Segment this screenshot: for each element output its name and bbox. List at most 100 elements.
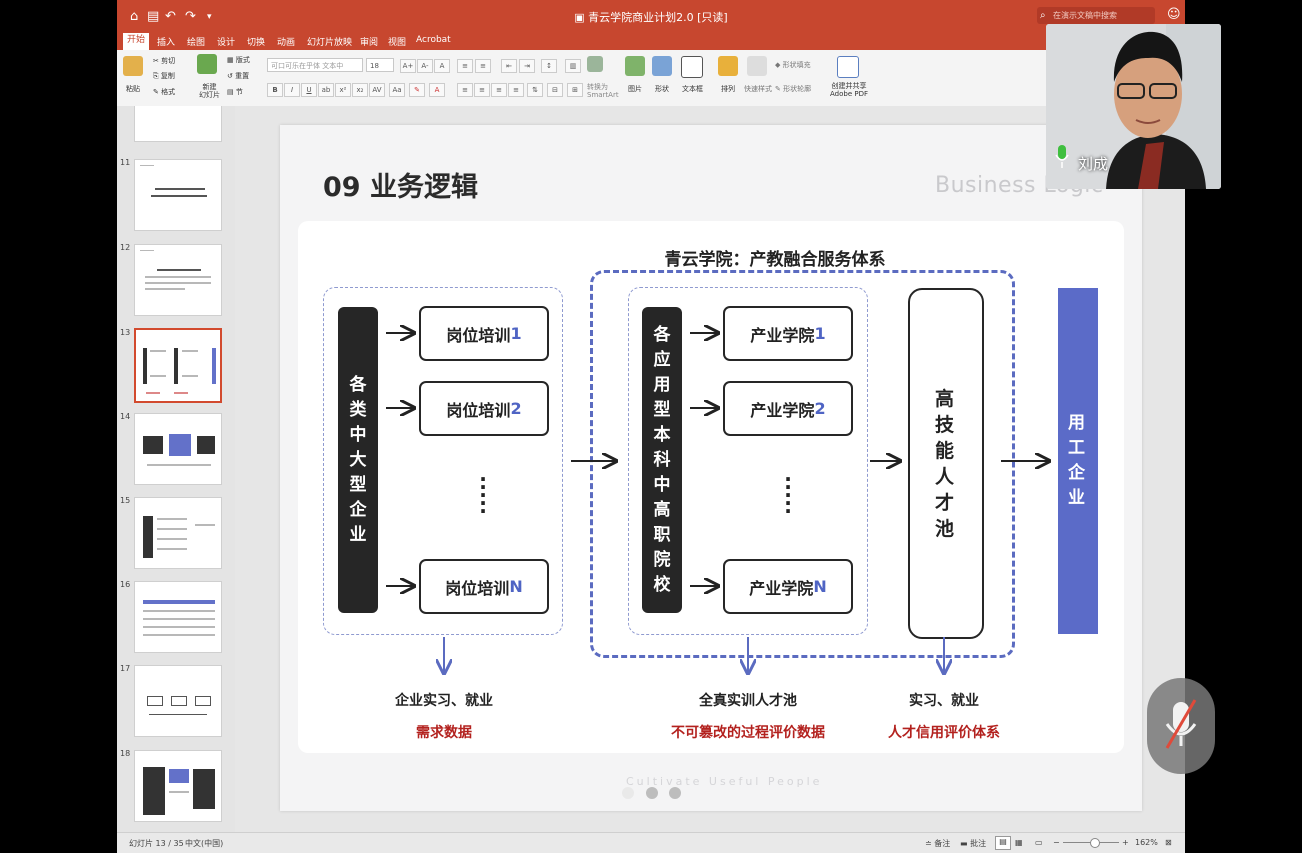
tab-draw[interactable]: 绘图 <box>187 35 205 48</box>
normal-view-icon[interactable]: ▤ <box>995 836 1011 850</box>
columns-button[interactable]: ▥ <box>565 59 581 73</box>
convert-smartart-button[interactable]: 转换为 SmartArt <box>587 83 619 99</box>
tab-insert[interactable]: 插入 <box>157 35 175 48</box>
label-internship-employment[interactable]: 实习、就业 <box>864 690 1024 710</box>
slide-thumbnail-11[interactable] <box>134 159 222 231</box>
zoom-in-button[interactable]: + <box>1122 838 1129 847</box>
section-button[interactable]: ▤ 节 <box>227 87 243 97</box>
font-color-button[interactable]: A <box>429 83 445 97</box>
slide-thumbnails-panel[interactable]: 11 12 13 14 15 16 17 18 <box>117 106 236 832</box>
bullets-button[interactable]: ≡ <box>457 59 473 73</box>
line-spacing-button[interactable]: ↕ <box>541 59 557 73</box>
slide-thumbnail-18[interactable] <box>134 750 222 822</box>
text-direction-button[interactable]: ⇅ <box>527 83 543 97</box>
quick-styles-icon[interactable] <box>747 56 767 76</box>
reset-button[interactable]: ↺ 重置 <box>227 71 249 81</box>
thumb-box <box>171 696 187 706</box>
search-input[interactable]: ⌕ 在演示文稿中搜索 <box>1037 7 1155 24</box>
label-demand-data[interactable]: 需求数据 <box>364 722 524 742</box>
justify-button[interactable]: ≡ <box>508 83 524 97</box>
align-left-button[interactable]: ≡ <box>457 83 473 97</box>
font-grow-button[interactable]: A+ <box>400 59 416 73</box>
bold-button[interactable]: B <box>267 83 283 97</box>
superscript-button[interactable]: x² <box>335 83 351 97</box>
tab-transitions[interactable]: 切换 <box>247 35 265 48</box>
mute-toggle-button[interactable] <box>1147 678 1215 774</box>
tab-review[interactable]: 审阅 <box>360 35 378 48</box>
zoom-out-button[interactable]: − <box>1053 838 1060 847</box>
smartart-mini-button[interactable]: ⊞ <box>567 83 583 97</box>
tab-acrobat[interactable]: Acrobat <box>416 35 451 45</box>
thumb-text-line <box>157 269 201 271</box>
textbox-icon[interactable] <box>681 56 703 78</box>
slide-thumbnail-16[interactable] <box>134 581 222 653</box>
tab-animations[interactable]: 动画 <box>277 35 295 48</box>
zoom-level[interactable]: 162% <box>1135 838 1158 847</box>
new-slide-button[interactable]: 新建 幻灯片 <box>199 83 220 99</box>
change-case-button[interactable]: Aa <box>389 83 405 97</box>
clear-format-button[interactable]: A <box>434 59 450 73</box>
label-training-pool[interactable]: 全真实训人才池 <box>648 690 848 710</box>
font-size-select[interactable]: 18 <box>366 58 394 72</box>
highlight-button[interactable]: ✎ <box>409 83 425 97</box>
copy-button[interactable]: ⎘ 复制 <box>153 71 175 81</box>
layout-button[interactable]: ▦ 版式 <box>227 55 250 65</box>
language-indicator[interactable]: 中文(中国) <box>185 838 223 849</box>
align-text-button[interactable]: ⊟ <box>547 83 563 97</box>
outdent-button[interactable]: ⇤ <box>501 59 517 73</box>
slide-thumbnail-14[interactable] <box>134 413 222 485</box>
font-name-select[interactable]: 可口可乐在乎体 文本中 <box>267 58 363 72</box>
tab-slideshow[interactable]: 幻灯片放映 <box>307 35 352 48</box>
slide-thumbnail[interactable] <box>134 106 222 142</box>
label-credit-evaluation[interactable]: 人才信用评价体系 <box>864 722 1024 742</box>
indent-button[interactable]: ⇥ <box>519 59 535 73</box>
arrange-button[interactable]: 排列 <box>721 84 735 94</box>
paste-button[interactable]: 粘贴 <box>126 84 140 94</box>
slide-thumbnail-13-selected[interactable] <box>134 328 222 403</box>
smiley-feedback-icon[interactable]: ☺ <box>1167 7 1181 22</box>
fit-to-window-icon[interactable]: ⊠ <box>1165 838 1172 847</box>
arrange-icon[interactable] <box>718 56 738 76</box>
tab-home[interactable]: 开始 <box>123 33 150 50</box>
shape-outline-button[interactable]: ✎ 形状轮廓 <box>775 84 811 94</box>
picture-button[interactable]: 图片 <box>628 84 642 94</box>
webcam-video-feed[interactable] <box>1046 24 1221 189</box>
reading-view-icon[interactable]: ▭ <box>1035 838 1043 847</box>
tab-view[interactable]: 视图 <box>388 35 406 48</box>
slide-13[interactable]: 09 业务逻辑 Business Logic 青云学院：产教融合服务体系 各类中… <box>280 125 1142 811</box>
zoom-slider-handle[interactable] <box>1090 838 1100 848</box>
slide-sorter-icon[interactable]: ▦ <box>1015 838 1023 847</box>
comments-button[interactable]: ▬ 批注 <box>960 838 986 849</box>
picture-icon[interactable] <box>625 56 645 76</box>
format-painter-button[interactable]: ✎ 格式 <box>153 87 175 97</box>
smartart-icon[interactable] <box>587 56 603 72</box>
notes-button[interactable]: ≐ 备注 <box>925 838 950 849</box>
paste-icon[interactable] <box>123 56 143 76</box>
slide-thumbnail-12[interactable] <box>134 244 222 316</box>
strikethrough-button[interactable]: ab <box>318 83 334 97</box>
label-tamperproof-data[interactable]: 不可篡改的过程评价数据 <box>648 722 848 742</box>
slide-thumbnail-17[interactable] <box>134 665 222 737</box>
align-center-button[interactable]: ≡ <box>474 83 490 97</box>
create-share-pdf-button[interactable]: 创建并共享 Adobe PDF <box>830 82 868 98</box>
font-shrink-button[interactable]: A- <box>417 59 433 73</box>
cut-button[interactable]: ✂ 剪切 <box>153 56 175 66</box>
textbox-button[interactable]: 文本框 <box>682 84 703 94</box>
tab-design[interactable]: 设计 <box>217 35 235 48</box>
underline-button[interactable]: U <box>301 83 317 97</box>
numbering-button[interactable]: ≡ <box>475 59 491 73</box>
quick-styles-button[interactable]: 快速样式 <box>744 84 772 94</box>
slide-thumbnail-15[interactable] <box>134 497 222 569</box>
new-slide-icon[interactable] <box>197 54 217 74</box>
subscript-button[interactable]: x₂ <box>352 83 368 97</box>
shape-button[interactable]: 形状 <box>655 84 669 94</box>
shape-fill-button[interactable]: ◆ 形状填充 <box>775 60 811 70</box>
shape-icon[interactable] <box>652 56 672 76</box>
align-right-button[interactable]: ≡ <box>491 83 507 97</box>
label-enterprise-internship[interactable]: 企业实习、就业 <box>364 690 524 710</box>
share-pdf-icon[interactable] <box>837 56 859 78</box>
char-spacing-button[interactable]: AV <box>369 83 385 97</box>
slide-editing-canvas[interactable]: 09 业务逻辑 Business Logic 青云学院：产教融合服务体系 各类中… <box>235 106 1185 832</box>
italic-button[interactable]: I <box>284 83 300 97</box>
thumb-block <box>197 436 215 454</box>
